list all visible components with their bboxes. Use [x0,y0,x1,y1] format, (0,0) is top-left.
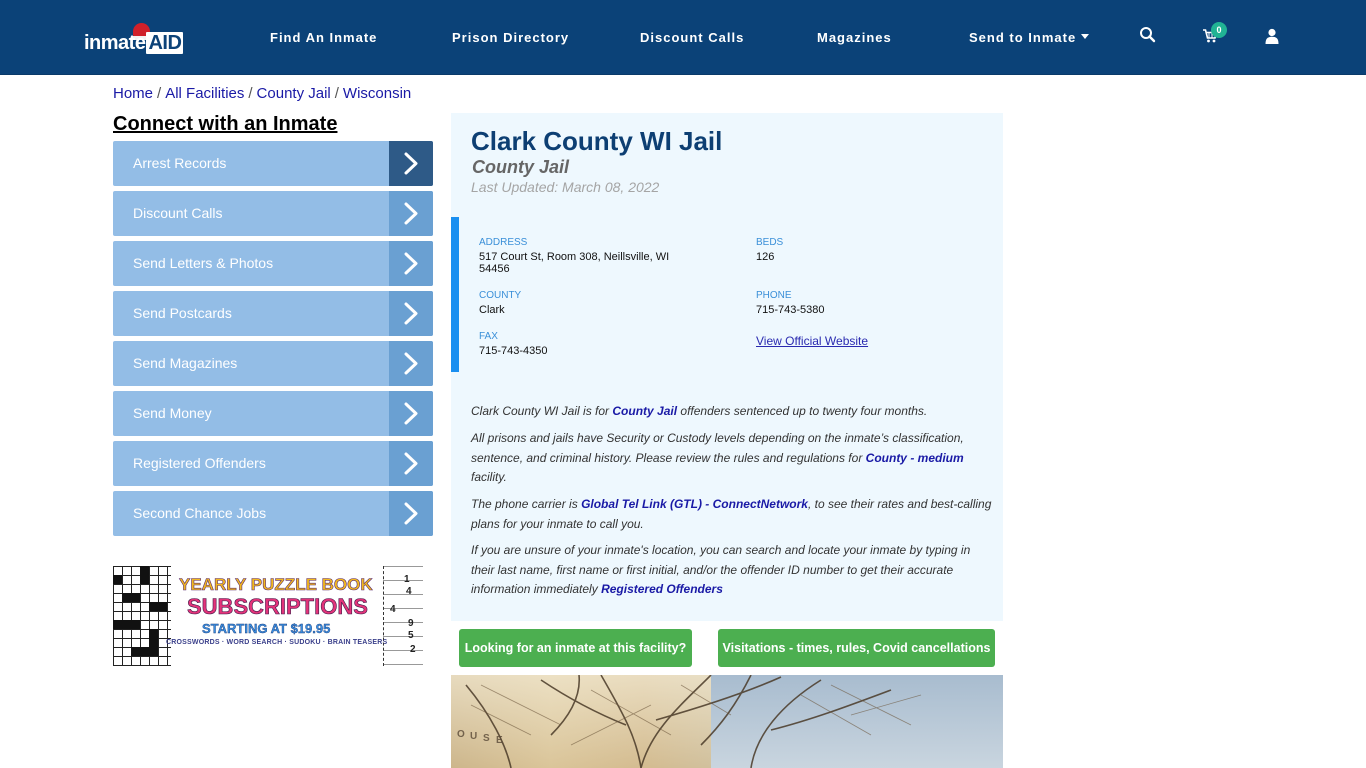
connect-with-inmate-heading: Connect with an Inmate [113,113,338,135]
svg-text:S: S [483,733,490,744]
sidebar-item-discount-calls[interactable]: Discount Calls [113,191,433,236]
nav-discount-calls[interactable]: Discount Calls [640,0,744,75]
site-header: inmate AID Find An Inmate Prison Director… [0,0,1366,75]
chevron-right-icon [389,191,433,236]
chevron-right-icon [389,291,433,336]
logo-text: inmate [84,32,146,54]
facility-name: Clark County WI Jail [471,126,723,156]
sidebar-item-label: Send Money [133,405,212,421]
facility-type: County Jail [472,157,570,177]
chevron-right-icon [389,491,433,536]
beds-label: BEDS [756,237,784,248]
phone-label: PHONE [756,290,792,301]
find-inmate-at-facility-button[interactable]: Looking for an inmate at this facility? [459,629,692,667]
breadcrumb-county-jail[interactable]: County Jail [257,85,331,102]
nav-magazines[interactable]: Magazines [817,0,892,75]
sidebar-item-registered-offenders[interactable]: Registered Offenders [113,441,433,486]
last-updated: Last Updated: March 08, 2022 [471,179,660,195]
sidebar-item-label: Send Postcards [133,305,232,321]
info-accent-bar [451,217,459,372]
paragraph-phone-carrier: The phone carrier is Global Tel Link (GT… [471,497,992,531]
inmateaid-logo[interactable]: inmate AID [84,22,184,56]
nav-send-to-inmate[interactable]: Send to Inmate [969,0,1090,75]
nav-prison-directory[interactable]: Prison Directory [452,0,569,75]
puzzle-book-ad-banner[interactable]: YEARLY PUZZLE BOOK SUBSCRIPTIONS STARTIN… [113,566,423,666]
sidebar-item-arrest-records[interactable]: Arrest Records [113,141,433,186]
logo-text-accent: AID [146,32,184,54]
address-line-2: 54456 [479,263,510,275]
breadcrumb-home[interactable]: Home [113,85,153,102]
ad-price: STARTING AT $19.95 [202,621,331,636]
chevron-right-icon [389,241,433,286]
search-icon[interactable] [1139,26,1161,48]
sidebar-item-label: Send Magazines [133,355,238,371]
sidebar-item-label: Second Chance Jobs [133,505,267,521]
view-official-website-link[interactable]: View Official Website [756,334,868,348]
fax-value: 715-743-4350 [479,345,548,357]
sidebar-item-label: Registered Offenders [133,455,266,471]
visitations-button[interactable]: Visitations - times, rules, Covid cancel… [718,629,995,667]
county-jail-link[interactable]: County Jail [612,404,677,418]
svg-text:O: O [457,729,465,740]
address-label: ADDRESS [479,237,528,248]
chevron-right-icon [389,391,433,436]
paragraph-locate-inmate: If you are unsure of your inmate's locat… [471,543,971,596]
county-label: COUNTY [479,290,522,301]
sidebar-item-label: Discount Calls [133,205,223,221]
crossword-grid-graphic [113,566,171,666]
beds-value: 126 [756,251,775,263]
paragraph-sentence-info: Clark County WI Jail is for County Jail … [471,404,928,418]
chevron-right-icon [389,341,433,386]
svg-text:E: E [496,735,503,746]
county-value: Clark [479,304,505,316]
sidebar-item-label: Send Letters & Photos [133,255,274,271]
tree-branches-graphic: OUSE [457,675,922,768]
breadcrumb-all-facilities[interactable]: All Facilities [165,85,244,102]
paragraph-security-levels: All prisons and jails have Security or C… [471,431,964,484]
chevron-right-icon [389,441,433,486]
sidebar-item-send-postcards[interactable]: Send Postcards [113,291,433,336]
registered-offenders-link[interactable]: Registered Offenders [601,582,723,596]
breadcrumb: Home / All Facilities / County Jail / Wisconsi… [113,85,412,102]
ad-headline: YEARLY PUZZLE BOOK [179,575,373,595]
facility-photo: OUSE [451,675,1003,768]
phone-value: 715-743-5380 [756,304,825,316]
ad-tagline: CROSSWORDS · WORD SEARCH · SUDOKU · BRAI… [166,639,388,646]
chevron-right-icon [389,141,433,186]
sidebar-item-send-letters-photos[interactable]: Send Letters & Photos [113,241,433,286]
breadcrumb-wisconsin[interactable]: Wisconsin [343,85,411,102]
county-medium-link[interactable]: County - medium [866,451,964,465]
sidebar-item-send-magazines[interactable]: Send Magazines [113,341,433,386]
user-icon[interactable] [1265,28,1287,50]
sidebar-item-second-chance-jobs[interactable]: Second Chance Jobs [113,491,433,536]
svg-text:U: U [470,731,477,742]
sidebar-menu: Arrest Records Discount Calls Send Lette… [113,141,433,541]
sidebar-item-label: Arrest Records [133,155,227,171]
nav-find-an-inmate[interactable]: Find An Inmate [270,0,377,75]
gtl-connectnetwork-link[interactable]: Global Tel Link (GTL) - ConnectNetwork [581,497,808,511]
fax-label: FAX [479,331,498,342]
cart-count-badge: 0 [1211,22,1227,38]
caret-down-icon [1081,34,1090,39]
ad-subheadline: SUBSCRIPTIONS [187,594,369,620]
sidebar-item-send-money[interactable]: Send Money [113,391,433,436]
sudoku-grid-graphic: 1 4 4 9 5 2 [383,566,423,666]
